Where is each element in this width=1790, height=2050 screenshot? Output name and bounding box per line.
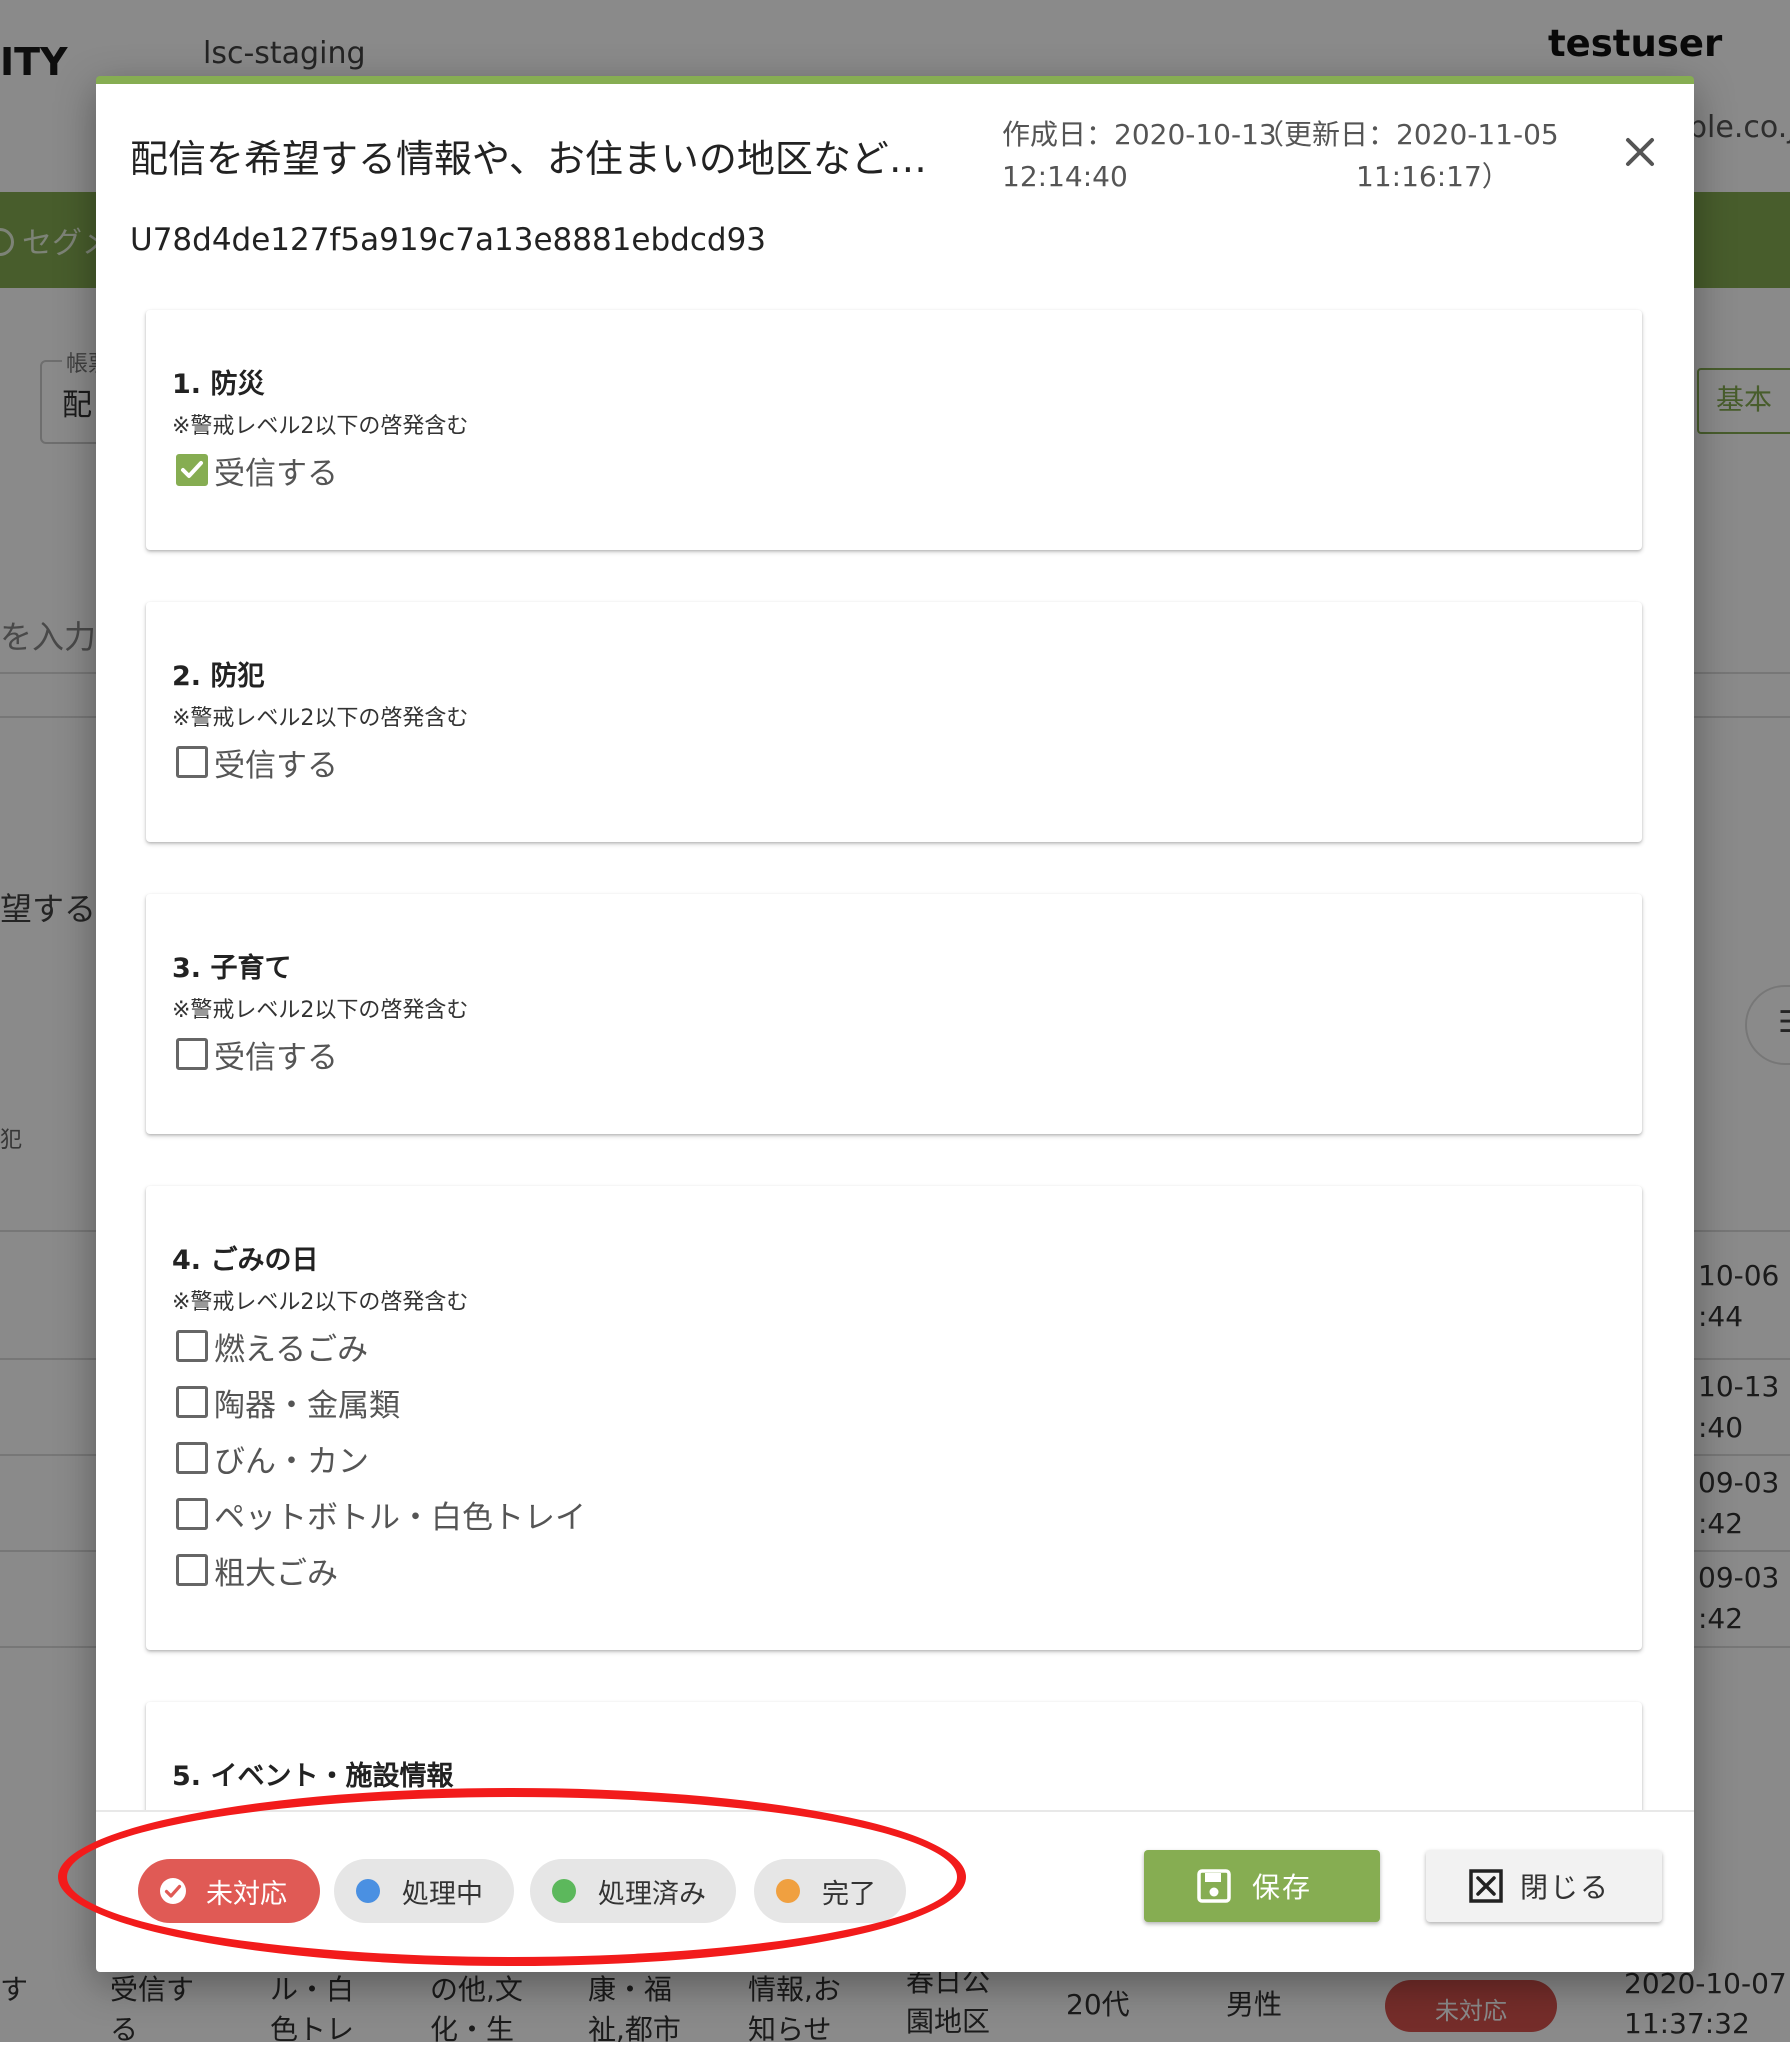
question-list[interactable]: 1. 防災 ※警戒レベル2以下の啓発含む 受信する 2. 防犯 ※警戒レベル2以…: [96, 294, 1694, 1810]
option-label: びん・カン: [214, 1443, 369, 1480]
option-checkbox[interactable]: 燃えるごみ: [176, 1326, 369, 1368]
option-checkbox[interactable]: 陶器・金属類: [176, 1382, 400, 1424]
created-date: 作成日：2020-10-13 12:14:40: [1002, 118, 1277, 193]
close-button[interactable]: 閉じる: [1426, 1850, 1662, 1922]
checkbox[interactable]: [176, 746, 208, 778]
save-button[interactable]: 保存: [1144, 1850, 1380, 1922]
checkbox[interactable]: [176, 1498, 208, 1530]
response-detail-dialog: 配信を希望する情報や、お住まいの地区など… 作成日：2020-10-13 12:1…: [96, 76, 1694, 1972]
question-title: 5. イベント・施設情報: [172, 1761, 454, 1792]
close-icon[interactable]: [1616, 128, 1664, 176]
option-label: 陶器・金属類: [214, 1387, 400, 1424]
checkbox[interactable]: [176, 1554, 208, 1586]
question-note: ※警戒レベル2以下の啓発含む: [172, 998, 469, 1023]
option-label: 粗大ごみ: [214, 1555, 338, 1592]
dialog-title: 配信を希望する情報や、お住まいの地区など…: [130, 137, 927, 181]
option-label: 受信する: [214, 747, 338, 784]
question-card: 2. 防犯 ※警戒レベル2以下の啓発含む 受信する: [146, 602, 1642, 842]
option-label: 受信する: [214, 455, 338, 492]
updated-date: （更新日：2020-11-05 11:16:17）: [1256, 118, 1559, 193]
option-label: 受信する: [214, 1039, 338, 1076]
close-button-label: 閉じる: [1520, 1871, 1611, 1904]
checkbox[interactable]: [176, 1038, 208, 1070]
question-title: 1. 防災: [172, 369, 265, 400]
question-card: 1. 防災 ※警戒レベル2以下の啓発含む 受信する: [146, 310, 1642, 550]
option-checkbox[interactable]: びん・カン: [176, 1438, 369, 1480]
question-title: 3. 子育て: [172, 953, 292, 984]
question-title: 2. 防犯: [172, 661, 265, 692]
checkbox[interactable]: [176, 1386, 208, 1418]
question-card: 4. ごみの日 ※警戒レベル2以下の啓発含む 燃えるごみ 陶器・金属類 びん・カ…: [146, 1186, 1642, 1650]
annotation-ellipse: [58, 1788, 966, 1966]
checkbox[interactable]: [176, 1442, 208, 1474]
question-title: 4. ごみの日: [172, 1245, 319, 1276]
question-note: ※警戒レベル2以下の啓発含む: [172, 414, 469, 439]
checkbox[interactable]: [176, 1330, 208, 1362]
question-note: ※警戒レベル2以下の啓発含む: [172, 1290, 469, 1315]
option-label: 燃えるごみ: [214, 1331, 369, 1368]
close-box-icon: [1469, 1869, 1503, 1903]
save-button-label: 保存: [1252, 1871, 1313, 1904]
option-checkbox[interactable]: 受信する: [176, 1034, 338, 1076]
question-card: 3. 子育て ※警戒レベル2以下の啓発含む 受信する: [146, 894, 1642, 1134]
option-checkbox[interactable]: 受信する: [176, 450, 338, 492]
option-checkbox[interactable]: 受信する: [176, 742, 338, 784]
option-checkbox[interactable]: ペットボトル・白色トレイ: [176, 1494, 586, 1536]
option-checkbox[interactable]: 粗大ごみ: [176, 1550, 338, 1592]
question-note: ※警戒レベル2以下の啓発含む: [172, 706, 469, 731]
checkbox-checked[interactable]: [176, 454, 208, 486]
option-label: ペットボトル・白色トレイ: [214, 1499, 586, 1536]
save-icon: [1197, 1869, 1231, 1903]
user-id: U78d4de127f5a919c7a13e8881ebdcd93: [130, 222, 767, 258]
